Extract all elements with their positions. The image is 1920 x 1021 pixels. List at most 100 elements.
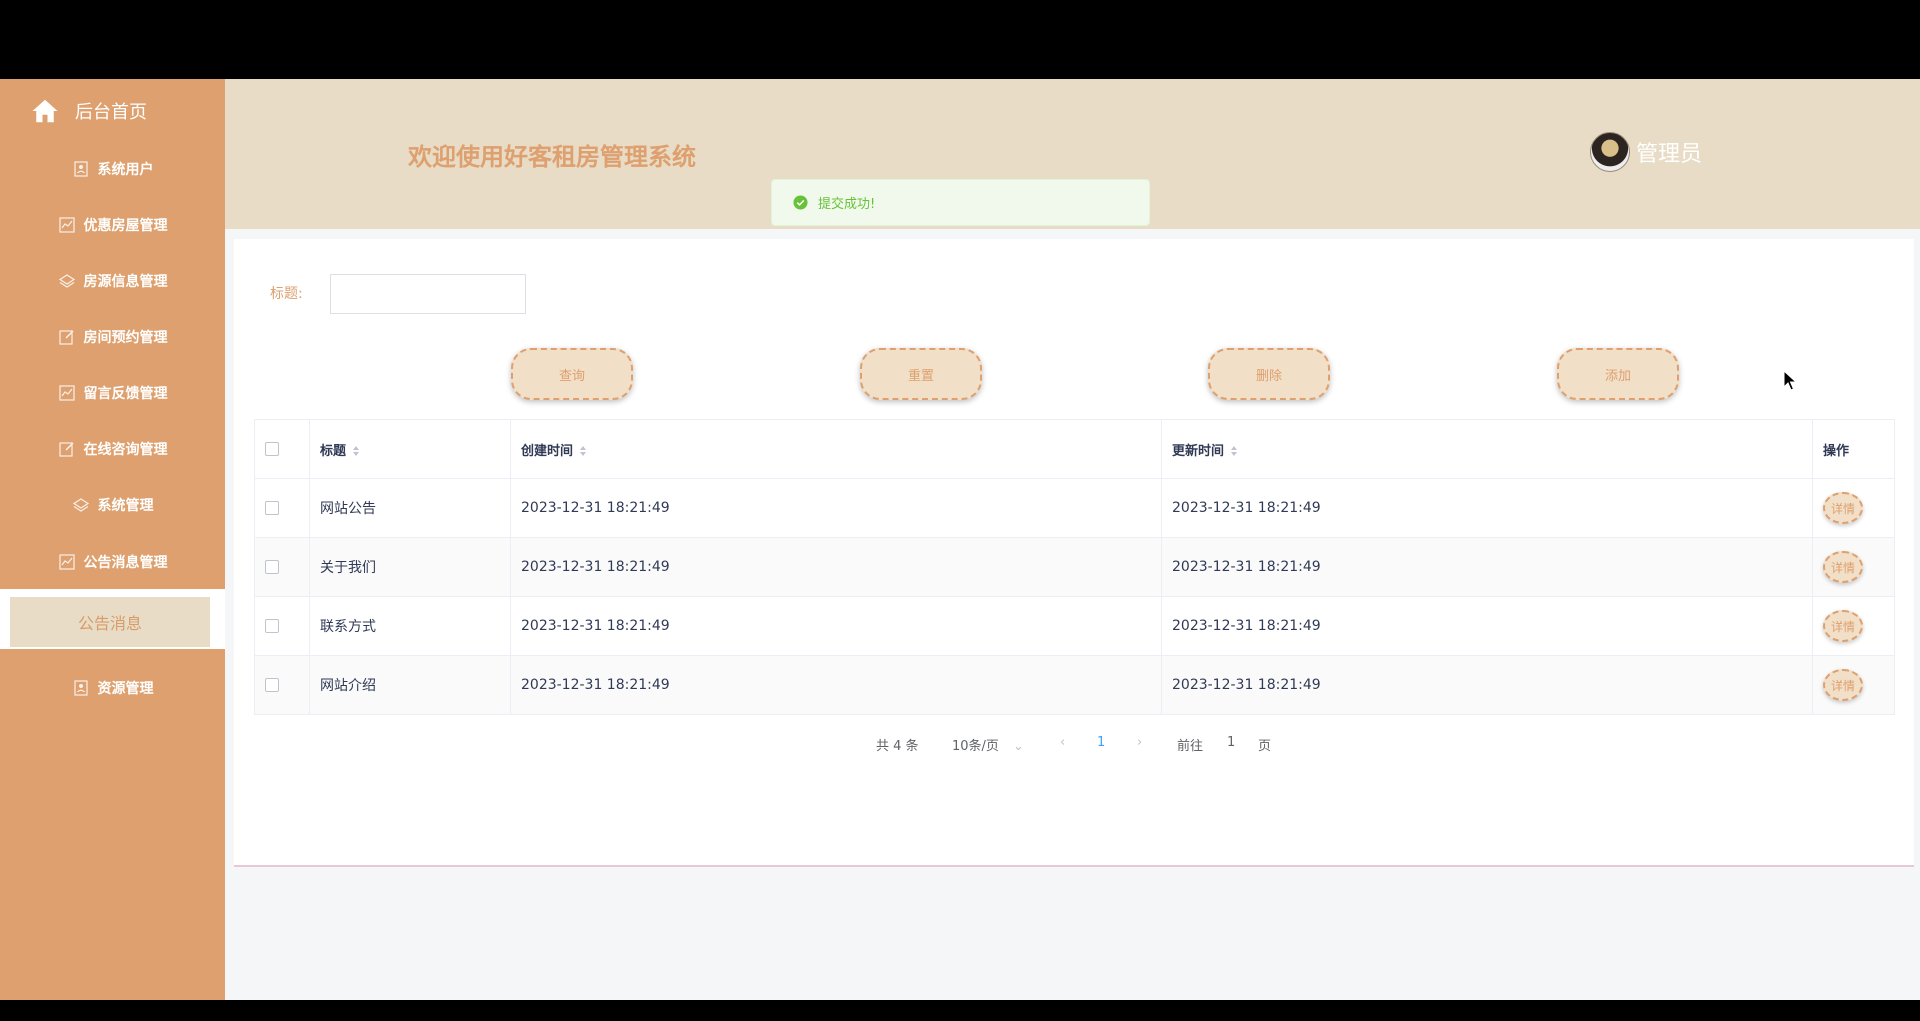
detail-button[interactable]: 详情 [1823, 492, 1863, 524]
cell-updated: 2023-12-31 18:21:49 [1161, 537, 1813, 597]
row-checkbox[interactable] [265, 678, 279, 692]
sidebar-submenu: 公告消息 [0, 589, 225, 649]
select-all-checkbox[interactable] [265, 442, 279, 456]
column-label: 创建时间 [521, 443, 574, 459]
search-title-label: 标题: [270, 286, 303, 302]
cell-actions: 详情 [1812, 537, 1895, 597]
layers-icon [58, 274, 75, 288]
sidebar-item-online-consult[interactable]: 在线咨询管理 [0, 429, 225, 469]
home-icon [32, 99, 58, 123]
add-button[interactable]: 添加 [1557, 348, 1679, 400]
next-page-icon[interactable]: › [1137, 735, 1142, 750]
sidebar-home-label: 后台首页 [75, 102, 147, 123]
sidebar: 后台首页 系统用户 优惠房屋管理 房源信息管理 房间预约管理 留言反馈管理 在线… [0, 79, 225, 1000]
chart-icon [58, 554, 75, 570]
query-button[interactable]: 查询 [511, 348, 633, 400]
cell-title: 关于我们 [309, 537, 511, 597]
user-menu[interactable]: 管理员 [1590, 132, 1702, 172]
column-label: 标题 [320, 443, 347, 459]
cell-updated: 2023-12-31 18:21:49 [1161, 655, 1813, 715]
sidebar-item-label: 房源信息管理 [83, 274, 168, 290]
cell-actions: 详情 [1812, 655, 1895, 715]
sidebar-item-listings[interactable]: 房源信息管理 [0, 261, 225, 301]
toast-message: 提交成功! [818, 197, 876, 212]
screen-bottom-bar [0, 1000, 1920, 1021]
search-title-input[interactable] [330, 274, 526, 314]
detail-button[interactable]: 详情 [1823, 669, 1863, 701]
app-root: 后台首页 系统用户 优惠房屋管理 房源信息管理 房间预约管理 留言反馈管理 在线… [0, 79, 1920, 1000]
goto-suffix: 页 [1258, 739, 1272, 754]
mouse-cursor-icon [1783, 370, 1797, 391]
sidebar-item-label: 系统管理 [97, 498, 154, 514]
table-row: 关于我们 2023-12-31 18:21:49 2023-12-31 18:2… [254, 537, 1895, 597]
sidebar-item-discount-houses[interactable]: 优惠房屋管理 [0, 205, 225, 245]
column-header-created[interactable]: 创建时间 [510, 419, 1162, 479]
user-card-icon [73, 161, 88, 177]
edit-icon [58, 330, 74, 345]
page-title: 欢迎使用好客租房管理系统 [408, 143, 696, 171]
column-header-updated[interactable]: 更新时间 [1161, 419, 1813, 479]
row-select-cell [254, 478, 310, 538]
cell-actions: 详情 [1812, 478, 1895, 538]
table-row: 网站介绍 2023-12-31 18:21:49 2023-12-31 18:2… [254, 655, 1895, 715]
user-card-icon [73, 680, 88, 696]
cell-title: 网站介绍 [309, 655, 511, 715]
cell-created: 2023-12-31 18:21:49 [510, 537, 1162, 597]
sidebar-item-label: 房间预约管理 [83, 330, 168, 346]
sidebar-item-resources[interactable]: 资源管理 [0, 668, 225, 708]
chart-icon [58, 385, 75, 401]
page-number-current[interactable]: 1 [1097, 735, 1105, 750]
goto-prefix: 前往 [1177, 739, 1204, 754]
cell-title: 网站公告 [309, 478, 511, 538]
sort-icon[interactable] [352, 445, 360, 457]
row-checkbox[interactable] [265, 501, 279, 515]
sidebar-item-label: 资源管理 [97, 681, 154, 697]
column-header-title[interactable]: 标题 [309, 419, 511, 479]
detail-button[interactable]: 详情 [1823, 610, 1863, 642]
sidebar-item-label: 在线咨询管理 [83, 442, 168, 458]
row-select-cell [254, 596, 310, 656]
sort-icon[interactable] [1230, 445, 1238, 457]
sidebar-item-label: 公告消息管理 [83, 555, 168, 571]
column-header-actions: 操作 [1812, 419, 1895, 479]
check-circle-icon [793, 195, 808, 210]
sidebar-item-label: 系统用户 [97, 162, 154, 178]
prev-page-icon[interactable]: ‹ [1060, 735, 1065, 750]
cell-title: 联系方式 [309, 596, 511, 656]
edit-icon [58, 442, 74, 457]
page-size-select[interactable]: 10条/页 ⌄ [952, 735, 1024, 754]
sidebar-subitem-announcement[interactable]: 公告消息 [10, 597, 210, 647]
table-row: 联系方式 2023-12-31 18:21:49 2023-12-31 18:2… [254, 596, 1895, 656]
row-checkbox[interactable] [265, 619, 279, 633]
chevron-down-icon: ⌄ [1012, 739, 1024, 754]
detail-button[interactable]: 详情 [1823, 551, 1863, 583]
sidebar-item-reservations[interactable]: 房间预约管理 [0, 317, 225, 357]
row-select-cell [254, 655, 310, 715]
chart-icon [58, 217, 75, 233]
sidebar-home[interactable]: 后台首页 [0, 91, 225, 131]
cell-updated: 2023-12-31 18:21:49 [1161, 596, 1813, 656]
cell-updated: 2023-12-31 18:21:49 [1161, 478, 1813, 538]
avatar [1590, 132, 1630, 172]
sidebar-item-system-users[interactable]: 系统用户 [0, 149, 225, 189]
table-header-row: 标题 创建时间 更新时间 操作 [254, 419, 1895, 479]
goto-page-input[interactable]: 1 [1227, 735, 1235, 750]
sidebar-item-label: 留言反馈管理 [83, 386, 168, 402]
layers-icon [72, 498, 89, 512]
row-checkbox[interactable] [265, 560, 279, 574]
select-all-cell [254, 419, 310, 479]
sort-icon[interactable] [579, 445, 587, 457]
sidebar-item-label: 优惠房屋管理 [83, 218, 168, 234]
announcement-table: 标题 创建时间 更新时间 操作 网站公告 2023-12-31 18:21:49… [254, 419, 1895, 715]
reset-button[interactable]: 重置 [860, 348, 982, 400]
pagination: 共 4 条 10条/页 ⌄ ‹ 1 › 前往 1 页 [234, 731, 1914, 755]
table-row: 网站公告 2023-12-31 18:21:49 2023-12-31 18:2… [254, 478, 1895, 538]
row-select-cell [254, 537, 310, 597]
sidebar-item-system-management[interactable]: 系统管理 [0, 485, 225, 525]
user-name: 管理员 [1636, 142, 1703, 167]
sidebar-item-feedback[interactable]: 留言反馈管理 [0, 373, 225, 413]
delete-button[interactable]: 删除 [1208, 348, 1330, 400]
main-content: 标题: 查询 重置 删除 添加 标题 创建时间 更新时间 操作 网站公告 202… [234, 239, 1914, 867]
sidebar-item-announcements[interactable]: 公告消息管理 [0, 542, 225, 582]
cell-created: 2023-12-31 18:21:49 [510, 596, 1162, 656]
